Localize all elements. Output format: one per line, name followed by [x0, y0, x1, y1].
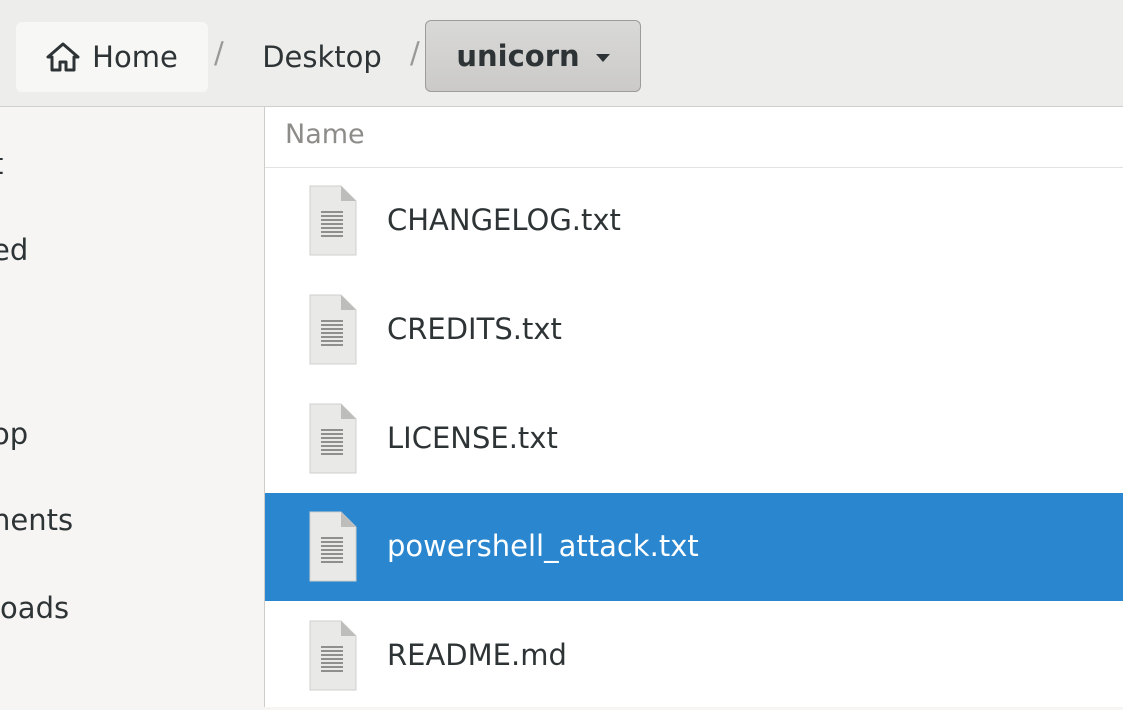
breadcrumb-home[interactable]: Home: [16, 22, 208, 92]
breadcrumb-current-folder[interactable]: unicorn: [425, 20, 641, 92]
sidebar-item[interactable]: nents: [0, 503, 73, 537]
breadcrumb-home-label: Home: [92, 40, 178, 74]
text-file-icon: [309, 185, 357, 256]
sidebar-item-label: loads: [0, 591, 70, 625]
sidebar-item-label: op: [0, 417, 29, 451]
column-header: Name: [265, 107, 1123, 168]
breadcrumb-separator: /: [214, 36, 224, 70]
text-file-icon: [309, 294, 357, 365]
text-file-icon: [309, 511, 357, 582]
sidebar-item[interactable]: t: [0, 147, 3, 181]
column-header-name[interactable]: Name: [285, 119, 365, 150]
breadcrumb-separator: /: [410, 36, 420, 70]
file-row[interactable]: powershell_attack.txt: [265, 493, 1123, 601]
text-file-icon: [309, 620, 357, 691]
sidebar-item-label: ed: [0, 233, 29, 267]
file-row[interactable]: README.md: [265, 602, 1123, 710]
sidebar-item-label: t: [0, 147, 3, 181]
file-row[interactable]: CHANGELOG.txt: [265, 167, 1123, 275]
sidebar: t ed op nents loads: [0, 107, 265, 707]
sidebar-item[interactable]: ed: [0, 233, 28, 267]
sidebar-item[interactable]: op: [0, 417, 28, 451]
sidebar-item-label: nents: [0, 503, 74, 537]
file-row[interactable]: CREDITS.txt: [265, 276, 1123, 384]
home-icon: [46, 42, 80, 72]
file-list: Name CHANGELOG.txt CREDITS.txt LICENSE.t…: [265, 107, 1123, 707]
file-name: powershell_attack.txt: [387, 529, 699, 563]
breadcrumb-desktop-label: Desktop: [262, 40, 382, 74]
chevron-down-icon: [595, 54, 610, 62]
breadcrumb-desktop[interactable]: Desktop: [244, 22, 400, 92]
breadcrumb-current-label: unicorn: [456, 39, 580, 73]
file-name: LICENSE.txt: [387, 421, 558, 455]
file-name: CHANGELOG.txt: [387, 203, 621, 237]
file-name: CREDITS.txt: [387, 312, 562, 346]
sidebar-item[interactable]: loads: [0, 591, 69, 625]
path-bar: Home / Desktop / unicorn: [0, 0, 1123, 107]
file-row[interactable]: LICENSE.txt: [265, 385, 1123, 493]
file-name: README.md: [387, 638, 567, 672]
text-file-icon: [309, 403, 357, 474]
